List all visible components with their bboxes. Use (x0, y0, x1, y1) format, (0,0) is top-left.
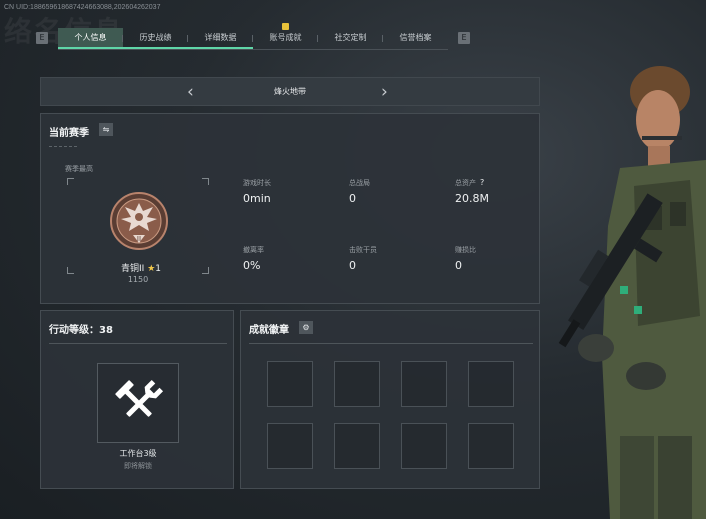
stat-label-total-assets: 总资产? (455, 178, 485, 187)
achievement-badges-title: 成就徽章 (249, 325, 289, 336)
stat-value-total-matches: 0 (349, 192, 356, 205)
stat-label-total-matches: 总战局 (349, 179, 370, 187)
stat-value-profit-loss-ratio: 0 (455, 259, 462, 272)
season-title: 当前赛季 (49, 128, 89, 139)
map-name: 烽火地带 (274, 87, 306, 96)
svg-text:II: II (137, 235, 141, 243)
title-divider (49, 343, 227, 345)
rank-score: 1150 (127, 275, 149, 284)
title-divider (249, 343, 533, 345)
notification-badge (282, 23, 289, 30)
map-selector: ‹ 烽火地带 › (40, 77, 540, 106)
season-panel: 当前赛季 ⇋ 赛季最高 II 青铜II ★1 1150 游戏时长 0min 总战… (40, 113, 540, 304)
switch-season-icon[interactable]: ⇋ (99, 123, 113, 136)
badge-slot[interactable] (401, 361, 447, 407)
stat-label-playtime: 游戏时长 (243, 179, 271, 187)
help-icon[interactable]: ? (480, 178, 484, 187)
badge-slot[interactable] (401, 423, 447, 469)
operator-character (558, 66, 706, 519)
stat-value-total-assets: 20.8M (455, 192, 489, 205)
achievement-badges-panel: 成就徽章 ⚙ (240, 310, 540, 489)
stat-value-operators-defeated: 0 (349, 259, 356, 272)
workbench-unlock-card[interactable] (97, 363, 179, 443)
badge-slot[interactable] (468, 361, 514, 407)
peak-rank-label: 赛季最高 (65, 165, 93, 173)
next-map-arrow-icon[interactable]: › (381, 82, 388, 102)
tab-history[interactable]: 历史战绩 (123, 28, 188, 49)
bronze-rank-emblem-icon: II (110, 192, 168, 250)
prev-tab-key[interactable]: E (36, 32, 48, 44)
tab-achievements[interactable]: 账号成就 (253, 28, 318, 49)
gear-icon[interactable]: ⚙ (299, 321, 313, 334)
stat-label-operators-defeated: 击败干员 (349, 246, 377, 254)
tab-reputation[interactable]: 信誉档案 (383, 28, 448, 49)
badge-slot[interactable] (468, 423, 514, 469)
badge-slot[interactable] (267, 361, 313, 407)
rank-name: 青铜II ★1 (121, 264, 161, 274)
action-level-title: 行动等级：38 (49, 325, 113, 336)
tab-personal-info[interactable]: 个人信息 (58, 28, 123, 49)
tab-bar: 个人信息 历史战绩 详细数据 账号成就 社交定制 信誉档案 (58, 28, 448, 50)
stat-value-extraction-rate: 0% (243, 259, 261, 272)
stat-value-playtime: 0min (243, 192, 271, 205)
hammer-wrench-icon (115, 379, 164, 417)
badge-slot[interactable] (267, 423, 313, 469)
top-nav: E 个人信息 历史战绩 详细数据 账号成就 社交定制 信誉档案 E (36, 23, 470, 50)
workbench-name: 工作台3级 (119, 449, 157, 458)
title-divider (49, 146, 77, 148)
workbench-status: 即将解锁 (124, 462, 152, 470)
next-tab-key[interactable]: E (458, 32, 470, 44)
stat-label-extraction-rate: 撤离率 (243, 246, 264, 254)
action-level-panel: 行动等级：38 工作台3级 即将解锁 (40, 310, 234, 489)
badge-slot[interactable] (334, 361, 380, 407)
tab-detailed-data[interactable]: 详细数据 (188, 28, 253, 49)
badge-slot[interactable] (334, 423, 380, 469)
tab-social[interactable]: 社交定制 (318, 28, 383, 49)
stat-label-profit-loss-ratio: 赚损比 (455, 246, 476, 254)
